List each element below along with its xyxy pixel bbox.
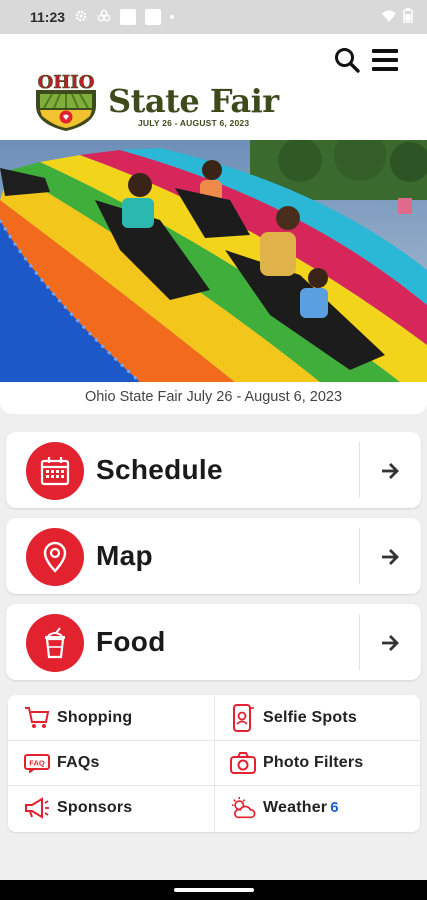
settings-gear-icon [74, 9, 88, 26]
status-time: 11:23 [30, 9, 66, 25]
schedule-label: Schedule [96, 454, 223, 485]
faqs-label: FAQs [57, 753, 100, 771]
notification-square-icon-2 [145, 9, 162, 25]
quick-links-grid: Shopping Selfie Spots FAQ FAQs Photo Fil… [8, 695, 420, 832]
arrow-right-icon [378, 545, 402, 569]
divider [359, 528, 360, 584]
channel-6-badge: 6 [330, 798, 339, 816]
photo-filters-link[interactable]: Photo Filters [214, 740, 420, 785]
sponsors-label: Sponsors [57, 798, 133, 816]
calendar-icon [26, 442, 84, 500]
fan-icon [97, 9, 111, 26]
selfie-spots-link[interactable]: Selfie Spots [214, 695, 420, 740]
map-pin-icon [26, 528, 84, 586]
hamburger-menu-icon [372, 49, 398, 71]
home-gesture-handle[interactable] [174, 888, 254, 892]
svg-text:OHIO: OHIO [38, 72, 95, 93]
food-label: Food [96, 626, 166, 657]
ohio-shield-logo-icon: OHIO [32, 72, 100, 131]
divider [359, 442, 360, 498]
divider [359, 614, 360, 670]
photo-filters-label: Photo Filters [263, 753, 364, 771]
map-card[interactable]: Map [6, 518, 421, 594]
wifi-icon [381, 9, 397, 26]
megaphone-icon [24, 795, 50, 821]
status-bar: 11:23 [0, 0, 427, 34]
svg-text:FAQ: FAQ [29, 759, 45, 768]
search-button[interactable] [331, 44, 363, 76]
hero-caption: Ohio State Fair July 26 - August 6, 2023 [0, 382, 427, 414]
menu-button[interactable] [369, 44, 401, 76]
battery-icon [403, 8, 413, 26]
app-header: OHIO State Fair JULY 26 - AUGUST 6, 2023 [0, 34, 427, 140]
selfie-spots-label: Selfie Spots [263, 708, 357, 726]
food-card[interactable]: Food [6, 604, 421, 680]
arrow-right-icon [378, 459, 402, 483]
hero-banner-image [0, 140, 427, 382]
shopping-link[interactable]: Shopping [8, 695, 214, 740]
sponsors-link[interactable]: Sponsors [8, 785, 214, 830]
faqs-link[interactable]: FAQ FAQs [8, 740, 214, 785]
weather-icon [230, 795, 256, 821]
notification-square-icon [120, 9, 137, 25]
more-notifications-dot-icon [170, 15, 175, 19]
map-label: Map [96, 540, 153, 571]
search-icon [335, 48, 360, 73]
arrow-right-icon [378, 631, 402, 655]
shopping-label: Shopping [57, 708, 133, 726]
faq-icon: FAQ [24, 750, 50, 776]
camera-icon [230, 750, 256, 776]
phone-camera-icon [230, 704, 256, 732]
giant-slide-photo [0, 140, 427, 382]
logo-dates: JULY 26 - AUGUST 6, 2023 [138, 118, 250, 128]
cart-icon [24, 705, 50, 731]
schedule-card[interactable]: Schedule [6, 432, 421, 508]
weather-label: Weather 6 [263, 799, 339, 817]
drink-cup-icon [26, 614, 84, 672]
weather-label-text: Weather [263, 798, 328, 816]
ohio-state-fair-logo: OHIO State Fair JULY 26 - AUGUST 6, 2023 [30, 70, 279, 132]
logo-title: State Fair [108, 82, 279, 120]
weather-link[interactable]: Weather 6 [214, 785, 420, 830]
